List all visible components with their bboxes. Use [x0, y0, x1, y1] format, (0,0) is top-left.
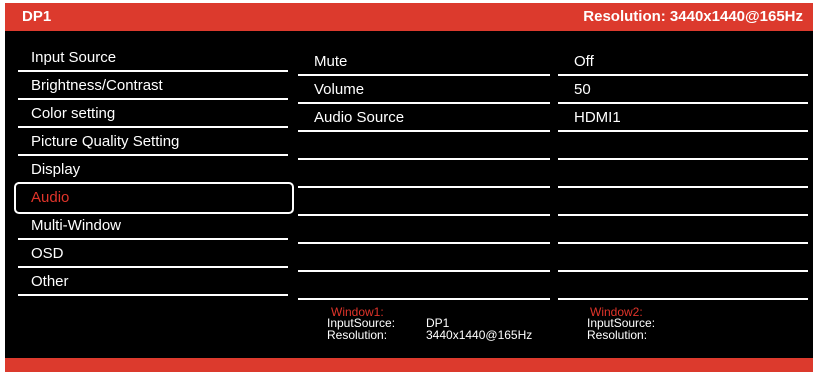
setting-label: Volume	[314, 81, 365, 98]
menu-item-other[interactable]: Other	[18, 268, 288, 296]
menu-item-input-source[interactable]: Input Source	[18, 44, 288, 72]
menu-item-color-setting[interactable]: Color setting	[18, 100, 288, 128]
setting-mute[interactable]: Mute	[298, 48, 550, 76]
menu-item-picture-quality-setting[interactable]: Picture Quality Setting	[18, 128, 288, 156]
setting-value: HDMI1	[574, 109, 621, 126]
menu-item-label: Display	[31, 161, 81, 178]
menu-item-label: Color setting	[31, 105, 116, 122]
value-volume[interactable]: 50	[558, 76, 808, 104]
setting-audio-source[interactable]: Audio Source	[298, 104, 550, 132]
setting-label: Audio Source	[314, 109, 405, 126]
value-mute[interactable]: Off	[558, 48, 808, 76]
setting-empty-row	[298, 272, 550, 300]
value-empty-row	[558, 244, 808, 272]
setting-empty-row	[298, 160, 550, 188]
window2-resolution-label: Resolution:	[587, 328, 648, 342]
menu-item-label: OSD	[31, 245, 64, 262]
setting-label: Mute	[314, 53, 348, 70]
value-empty-row	[558, 160, 808, 188]
value-empty-row	[558, 188, 808, 216]
menu-item-label: Other	[31, 273, 69, 290]
window1-resolution-value: 3440x1440@165Hz	[426, 328, 533, 342]
footer-bar	[5, 358, 813, 372]
setting-volume[interactable]: Volume	[298, 76, 550, 104]
selection-highlight	[14, 182, 294, 214]
menu-item-multi-window[interactable]: Multi-Window	[18, 212, 288, 240]
osd-menu: DP1 Resolution: 3440x1440@165Hz Input So…	[5, 3, 813, 372]
setting-empty-row	[298, 216, 550, 244]
menu-item-label: Picture Quality Setting	[31, 133, 180, 150]
setting-empty-row	[298, 244, 550, 272]
setting-empty-row	[298, 188, 550, 216]
value-empty-row	[558, 216, 808, 244]
menu-item-label: Brightness/Contrast	[31, 77, 163, 94]
header-bar: DP1 Resolution: 3440x1440@165Hz	[5, 3, 813, 31]
menu-item-brightness-contrast[interactable]: Brightness/Contrast	[18, 72, 288, 100]
window1-resolution-label: Resolution:	[327, 328, 388, 342]
value-empty-row	[558, 132, 808, 160]
menu-item-display[interactable]: Display	[18, 156, 288, 184]
setting-empty-row	[298, 132, 550, 160]
setting-value: 50	[574, 81, 591, 98]
setting-value: Off	[574, 53, 594, 70]
menu-item-label: Multi-Window	[31, 217, 122, 234]
resolution-info: Resolution: 3440x1440@165Hz	[583, 8, 803, 25]
value-audio-source[interactable]: HDMI1	[558, 104, 808, 132]
menu-item-osd[interactable]: OSD	[18, 240, 288, 268]
input-title: DP1	[22, 8, 52, 25]
value-empty-row	[558, 272, 808, 300]
menu-item-label: Input Source	[31, 49, 117, 66]
